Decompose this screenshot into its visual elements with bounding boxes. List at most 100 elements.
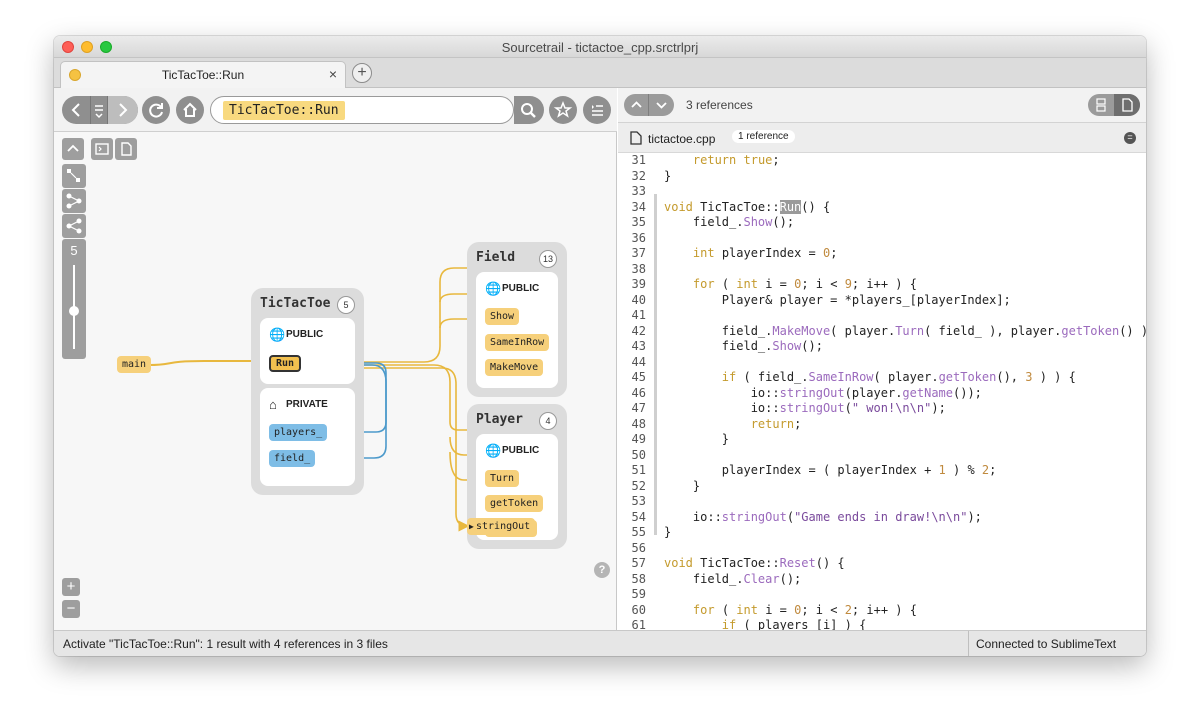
code-line[interactable]: 48 return; [618,417,1146,433]
code-line[interactable]: 41 [618,308,1146,324]
back-button[interactable] [62,96,90,124]
line-number: 56 [631,540,646,555]
member-count-badge[interactable]: 5 [337,296,355,314]
member-count-badge[interactable]: 13 [539,250,557,268]
code-line[interactable]: 59 [618,587,1146,603]
code-line[interactable]: 32} [618,169,1146,185]
node-turn[interactable]: Turn [485,470,520,487]
code-line[interactable]: 31 return true; [618,153,1146,169]
line-number: 31 [631,153,646,167]
zoom-in-button[interactable]: + [62,578,80,596]
chevron-left-icon [71,103,80,117]
code-line[interactable]: 58 field_.Clear(); [618,572,1146,588]
code-line[interactable]: 46 io::stringOut(player.getName()); [618,386,1146,402]
code-line[interactable]: 61 if ( players_[i] ) { [618,618,1146,630]
node-stringout[interactable]: ▶ stringOut [467,518,536,535]
layout-tool-2[interactable] [62,189,86,213]
code-line[interactable]: 56 [618,541,1146,557]
code-line[interactable]: 37 int playerIndex = 0; [618,246,1146,262]
forward-button[interactable] [108,96,138,124]
code-line[interactable]: 45 if ( field_.SameInRow( player.getToke… [618,370,1146,386]
line-code: field_.Clear(); [664,571,802,586]
code-line[interactable]: 57 void TicTacToe::Reset() { [618,556,1146,572]
new-tab-button[interactable]: + [352,63,372,83]
bookmarks-list-button[interactable] [583,96,611,124]
bookmark-button[interactable] [549,96,577,124]
code-line[interactable]: 60 for ( int i = 0; i < 2; i++ ) { [618,603,1146,619]
code-line[interactable]: 51 playerIndex = ( playerIndex + 1 ) % 2… [618,463,1146,479]
help-button[interactable]: ? [594,562,610,578]
home-button[interactable] [176,96,204,124]
previous-reference-button[interactable] [624,94,649,116]
snippet-list-mode-button[interactable] [1088,94,1114,116]
status-divider [968,631,969,656]
node-sameinrow[interactable]: SameInRow [485,334,550,351]
class-field[interactable]: Field 13 🌐 PUBLIC Show SameInRow MakeMov… [467,242,567,397]
line-number: 50 [631,447,646,462]
code-line[interactable]: 47 io::stringOut(" won!\n\n"); [618,401,1146,417]
tab-tictactoe-run[interactable]: TicTacToe::Run × [60,61,346,88]
search-token[interactable]: TicTacToe::Run [223,101,345,120]
collapse-button[interactable] [62,138,84,160]
node-field[interactable]: field_ [269,450,316,467]
node-makemove[interactable]: MakeMove [485,359,544,376]
node-run[interactable]: Run [269,355,302,372]
graph-layout-icon [67,169,80,182]
line-number: 59 [631,587,646,601]
line-code: io::stringOut(player.getName()); [664,385,982,400]
code-line[interactable]: 34 void TicTacToe::Run() { [618,199,1146,216]
code-line[interactable]: 44 [618,355,1146,371]
file-menu-icon[interactable]: = [1124,132,1136,144]
line-code: io::stringOut(" won!\n\n"); [664,401,946,415]
history-nav-group [62,96,138,124]
code-line[interactable]: 38 [618,262,1146,278]
layout-tool-3[interactable] [62,214,86,238]
search-input[interactable]: TicTacToe::Run [210,96,514,124]
graph-canvas[interactable]: 5 main TicTacToe 5 🌐 PUBLIC Run ⌂ PRIVAT… [54,132,617,630]
code-line[interactable]: 49 } [618,432,1146,448]
line-code: if ( players_[i] ) { [721,618,867,630]
line-number: 45 [631,370,646,384]
zoom-out-button[interactable]: − [62,600,80,618]
code-editor[interactable]: 31 return true; 32} 33 34 void TicTacToe::Ru… [618,153,1146,630]
code-line[interactable]: 42 field_.MakeMove( player.Turn( field_ … [618,324,1146,340]
next-reference-button[interactable] [649,94,674,116]
single-file-mode-button[interactable] [1114,94,1140,116]
code-line[interactable]: 43 field_.Show(); [618,339,1146,355]
class-tictactoe[interactable]: TicTacToe 5 🌐 PUBLIC Run ⌂ PRIVATE playe… [251,288,364,495]
code-view-toggle[interactable] [91,138,113,160]
history-button[interactable] [90,96,108,124]
line-number: 48 [631,416,646,431]
snippet-toggle[interactable] [115,138,137,160]
member-count-badge[interactable]: 4 [539,412,557,430]
code-line[interactable]: 36 [618,231,1146,247]
code-line[interactable]: 53 [618,494,1146,510]
layout-tool-1[interactable] [62,164,86,188]
line-number: 42 [631,323,646,338]
depth-slider-handle[interactable] [69,305,79,316]
node-main[interactable]: main [117,356,152,373]
node-players[interactable]: players_ [269,424,328,441]
code-line[interactable]: 40 Player& player = *players_[playerInde… [618,293,1146,309]
refresh-button[interactable] [142,96,170,124]
tab-close-icon[interactable]: × [329,66,337,82]
code-line[interactable]: 39 for ( int i = 0; i < 9; i++ ) { [618,277,1146,293]
depth-slider[interactable]: 5 [62,239,86,359]
line-code: return true; [692,153,780,167]
line-number: 60 [631,602,646,617]
node-show[interactable]: Show [485,308,520,325]
code-line[interactable]: 50 [618,448,1146,464]
code-view-mode-toggle [1088,94,1140,116]
code-line[interactable]: 35 field_.Show(); [618,215,1146,231]
file-icon [630,131,642,148]
search-button[interactable] [514,96,544,124]
node-gettoken[interactable]: getToken [485,495,544,512]
line-number: 55 [631,525,646,539]
line-number: 54 [631,509,646,524]
status-message: Activate "TicTacToe::Run": 1 result with… [63,637,388,651]
code-line[interactable]: 52 } [618,479,1146,495]
code-line[interactable]: 55} [618,525,1146,541]
code-line[interactable]: 54 io::stringOut("Game ends in draw!\n\n… [618,510,1146,526]
code-line[interactable]: 33 [618,184,1146,200]
file-header[interactable]: tictactoe.cpp 1 reference = [618,123,1146,153]
